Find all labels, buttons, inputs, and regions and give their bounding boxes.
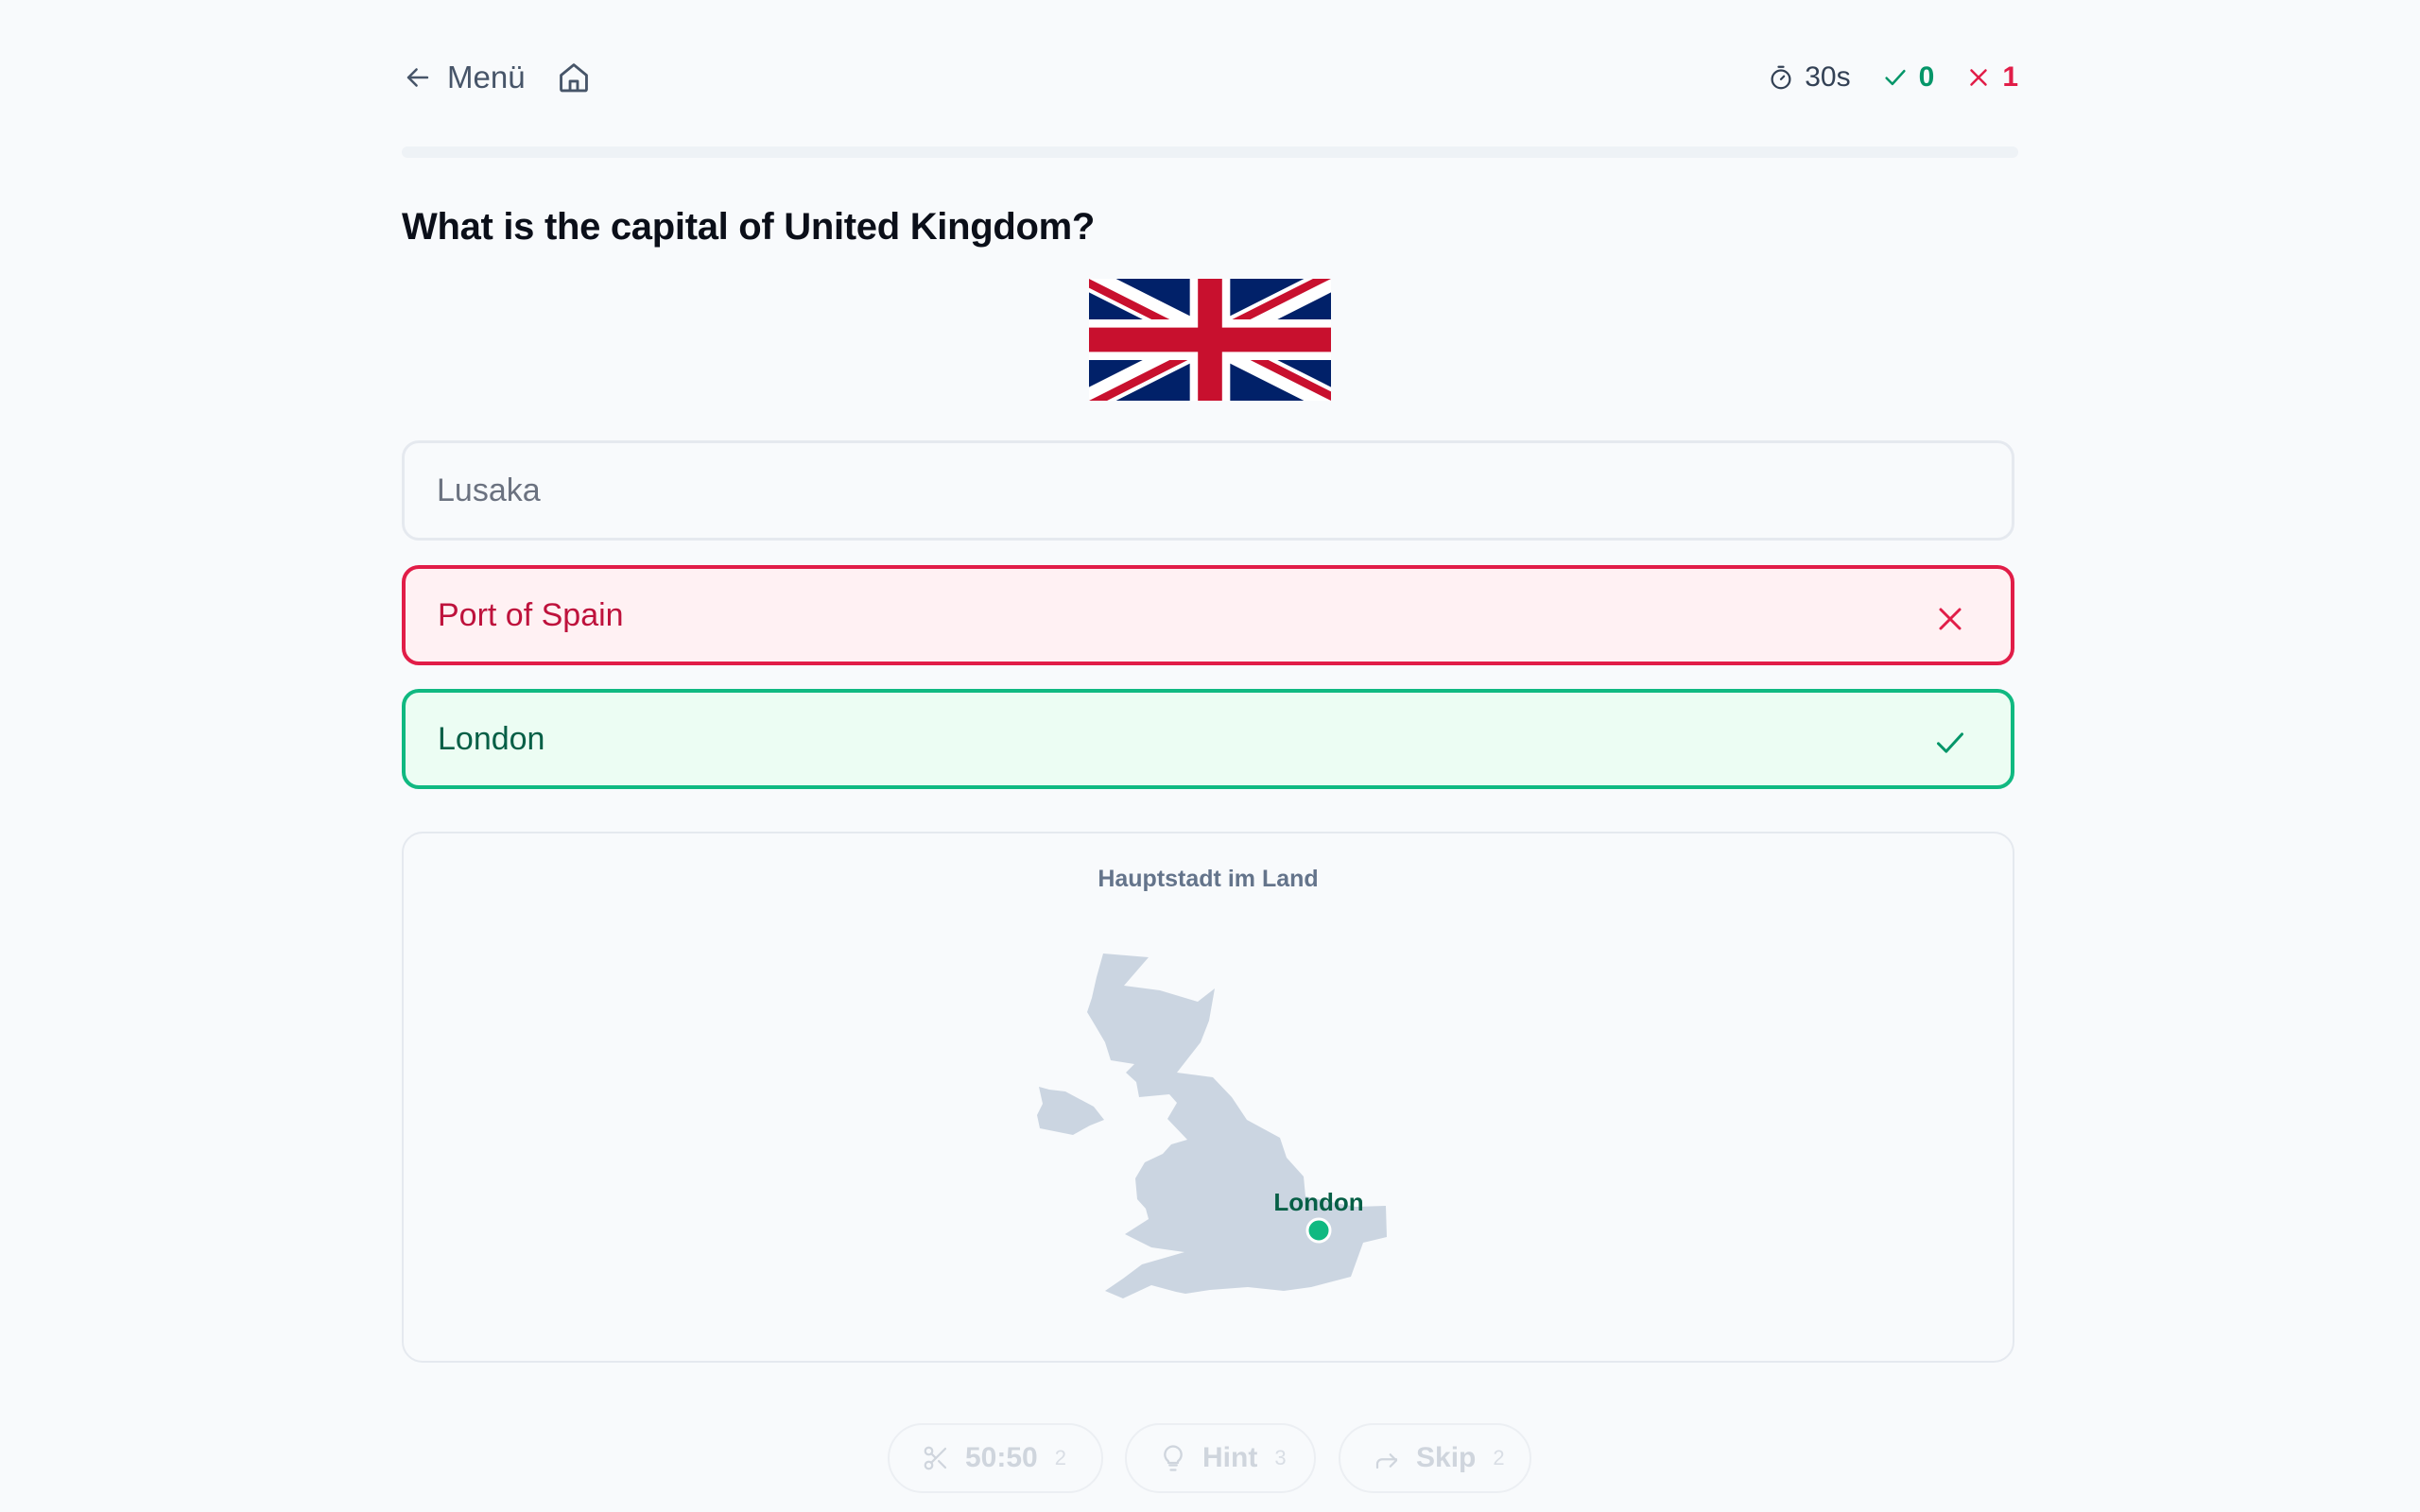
hint-count: 3 bbox=[1274, 1446, 1287, 1469]
capital-marker bbox=[1305, 1217, 1332, 1244]
lightbulb-icon bbox=[1164, 1445, 1183, 1471]
answer-option-3[interactable]: London bbox=[402, 689, 2014, 789]
timer-value: 30s bbox=[1805, 61, 1851, 93]
home-icon bbox=[560, 63, 588, 93]
wrong-count-value: 1 bbox=[2002, 61, 2018, 93]
answer-option-label: London bbox=[438, 720, 545, 757]
close-icon bbox=[1939, 608, 1962, 630]
hint-label: Hint bbox=[1202, 1442, 1258, 1473]
check-icon bbox=[1937, 732, 1963, 753]
question-text: What is the capital of United Kingdom? bbox=[402, 206, 1096, 248]
answer-option-1[interactable]: Lusaka bbox=[402, 440, 2014, 541]
arrow-left-icon bbox=[406, 68, 429, 87]
fifty-fifty-label: 50:50 bbox=[965, 1442, 1038, 1473]
check-icon bbox=[1885, 69, 1906, 86]
answer-option-label: Lusaka bbox=[437, 472, 541, 508]
home-button[interactable] bbox=[555, 59, 593, 96]
fifty-fifty-button[interactable]: 50:50 2 bbox=[888, 1423, 1103, 1493]
hint-button[interactable]: Hint 3 bbox=[1125, 1423, 1316, 1493]
correct-count: 0 bbox=[1881, 61, 1935, 94]
united-kingdom-flag bbox=[1089, 279, 1331, 401]
wrong-count: 1 bbox=[1964, 61, 2018, 94]
skip-count: 2 bbox=[1493, 1446, 1505, 1469]
scissors-icon bbox=[924, 1446, 947, 1470]
quiz-header: Menü 30s 0 1 bbox=[402, 49, 2018, 106]
uk-map: London bbox=[1037, 954, 1387, 1298]
capital-map-card: Hauptstadt im Land London bbox=[402, 832, 2014, 1363]
great-britain-shape bbox=[1087, 954, 1387, 1298]
progress-bar bbox=[402, 146, 2018, 158]
answer-option-2[interactable]: Port of Spain bbox=[402, 565, 2014, 665]
x-icon bbox=[1970, 69, 1988, 86]
stopwatch-icon bbox=[1771, 65, 1791, 90]
correct-count-value: 0 bbox=[1918, 61, 1935, 93]
capital-label: London bbox=[1273, 1188, 1363, 1216]
skip-arrow-icon bbox=[1375, 1453, 1398, 1469]
northern-ireland-shape bbox=[1037, 1087, 1104, 1135]
score-stats: 30s 0 1 bbox=[1767, 59, 2018, 96]
fifty-fifty-count: 2 bbox=[1054, 1446, 1066, 1469]
back-label: Menü bbox=[447, 60, 526, 94]
skip-label: Skip bbox=[1416, 1442, 1477, 1473]
answer-option-label: Port of Spain bbox=[438, 596, 624, 633]
lifeline-bar: 50:50 2 Hint 3 Skip 2 bbox=[402, 1423, 2018, 1495]
skip-button[interactable]: Skip 2 bbox=[1339, 1423, 1531, 1493]
quiz-page: Menü 30s 0 1 What is the capital of Unit… bbox=[402, 0, 2018, 1512]
back-to-menu-button[interactable]: Menü bbox=[402, 59, 526, 96]
timer: 30s bbox=[1767, 61, 1851, 94]
